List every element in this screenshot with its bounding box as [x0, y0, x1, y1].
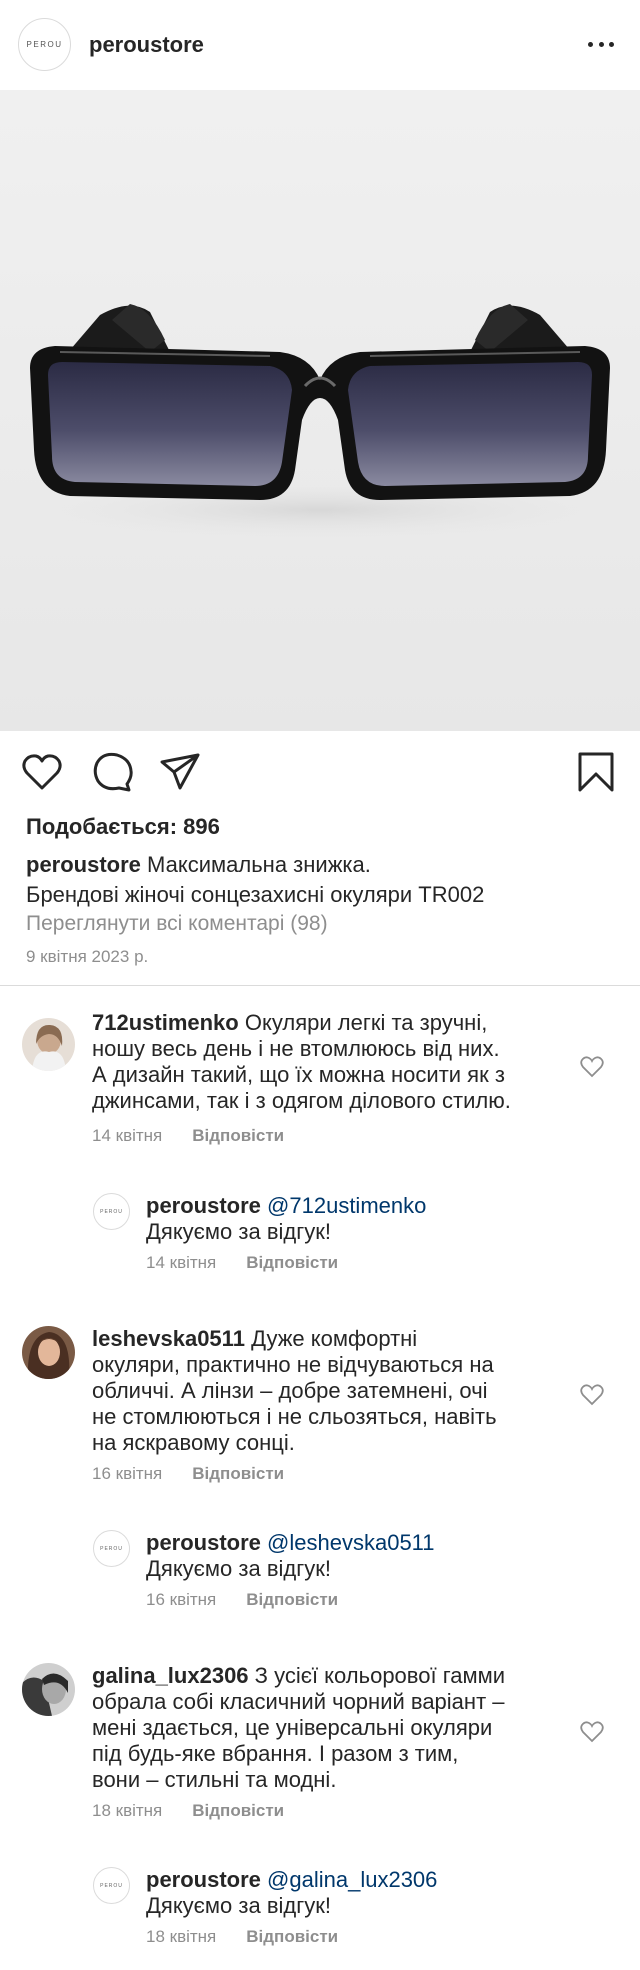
reply-button[interactable]: Відповісти — [192, 1126, 284, 1145]
header-username[interactable]: peroustore — [89, 32, 204, 58]
sunglasses-image — [20, 304, 620, 540]
reply-logo-text: PEROU — [100, 1545, 123, 1552]
comment-like-heart-icon[interactable] — [580, 1056, 604, 1078]
comment-line: джинсами, так і з одягом ділового стилю. — [92, 1088, 511, 1113]
reply-button[interactable]: Відповісти — [246, 1590, 338, 1609]
comment-line: під будь-яке вбрання. І разом з тим, — [92, 1741, 459, 1766]
reply-button[interactable]: Відповісти — [246, 1927, 338, 1946]
comment-line: окуляри, практично не відчуваються на — [92, 1352, 494, 1377]
post-photo[interactable] — [0, 90, 640, 731]
comment-line: мені здається, це універсальні окуляри — [92, 1715, 493, 1740]
comment-time: 18 квітня — [92, 1801, 163, 1820]
comment-line: вони – стильні та модні. — [92, 1767, 337, 1792]
caption-text-line1: Максимальна знижка. — [147, 852, 371, 877]
comment-line: не стомлюються і не сльозяться, навіть — [92, 1404, 497, 1429]
reply-mention[interactable]: @galina_lux2306 — [267, 1867, 437, 1892]
avatar[interactable] — [22, 1326, 75, 1379]
reply-button[interactable]: Відповісти — [192, 1464, 284, 1483]
reply-button[interactable]: Відповісти — [246, 1253, 338, 1272]
comment-line: Дуже комфортні — [251, 1326, 418, 1351]
post-caption: peroustore Максимальна знижка. Брендові … — [26, 850, 616, 910]
reply-username[interactable]: peroustore — [146, 1530, 261, 1555]
reply-mention[interactable]: @leshevska0511 — [267, 1530, 434, 1555]
avatar[interactable]: PEROU — [93, 1867, 130, 1904]
reply-username[interactable]: peroustore — [146, 1867, 261, 1892]
comment-username[interactable]: 712ustimenko — [92, 1010, 239, 1035]
avatar[interactable]: PEROU — [93, 1530, 130, 1567]
reply-button[interactable]: Відповісти — [192, 1801, 284, 1820]
avatar[interactable] — [22, 1018, 75, 1071]
reply-time: 14 квітня — [146, 1253, 217, 1272]
reply-mention[interactable]: @712ustimenko — [267, 1193, 426, 1218]
comment-time: 14 квітня — [92, 1126, 163, 1145]
post-date: 9 квітня 2023 р. — [26, 947, 149, 966]
comment-line: Окуляри легкі та зручні, — [244, 1010, 488, 1035]
view-all-comments-link[interactable]: Переглянути всі коментарі (98) — [26, 912, 328, 936]
comment-like-heart-icon[interactable] — [580, 1721, 604, 1743]
reply-text: Дякуємо за відгук! — [146, 1219, 331, 1244]
reply-text: Дякуємо за відгук! — [146, 1556, 331, 1581]
divider — [0, 985, 640, 986]
reply-logo-text: PEROU — [100, 1882, 123, 1889]
comment-time: 16 квітня — [92, 1464, 163, 1483]
comment-bubble-icon[interactable] — [91, 750, 135, 794]
comment-line: на яскравому сонці. — [92, 1430, 295, 1455]
caption-username[interactable]: peroustore — [26, 852, 141, 877]
reply-time: 18 квітня — [146, 1927, 217, 1946]
post-header: PEROU peroustore — [0, 0, 640, 90]
caption-text-line2: Брендові жіночі сонцезахисні окуляри TR0… — [26, 882, 485, 907]
comment-line: ношу весь день і не втомлююсь від них. — [92, 1036, 500, 1061]
store-avatar[interactable]: PEROU — [18, 18, 71, 71]
post-actions — [0, 740, 640, 800]
comment-like-heart-icon[interactable] — [580, 1384, 604, 1406]
avatar[interactable] — [22, 1663, 75, 1716]
comment-line: З усієї кольорової гамми — [254, 1663, 506, 1688]
reply-logo-text: PEROU — [100, 1208, 123, 1215]
comment-line: обличчі. А лінзи – добре затемнені, очі — [92, 1378, 488, 1403]
store-avatar-logo-text: PEROU — [26, 40, 63, 49]
comment-line: обрала собі класичний чорний варіант – — [92, 1689, 505, 1714]
comment-username[interactable]: galina_lux2306 — [92, 1663, 249, 1688]
paper-plane-icon[interactable] — [158, 750, 202, 794]
more-horizontal-icon[interactable] — [588, 34, 614, 54]
likes-count[interactable]: Подобається: 896 — [26, 814, 220, 840]
reply-username[interactable]: peroustore — [146, 1193, 261, 1218]
comment-line: А дизайн такий, що їх можна носити як з — [92, 1062, 505, 1087]
avatar[interactable]: PEROU — [93, 1193, 130, 1230]
heart-icon[interactable] — [20, 750, 64, 794]
reply-time: 16 квітня — [146, 1590, 217, 1609]
comment-username[interactable]: leshevska0511 — [92, 1326, 245, 1351]
bookmark-icon[interactable] — [574, 750, 618, 794]
reply-text: Дякуємо за відгук! — [146, 1893, 331, 1918]
